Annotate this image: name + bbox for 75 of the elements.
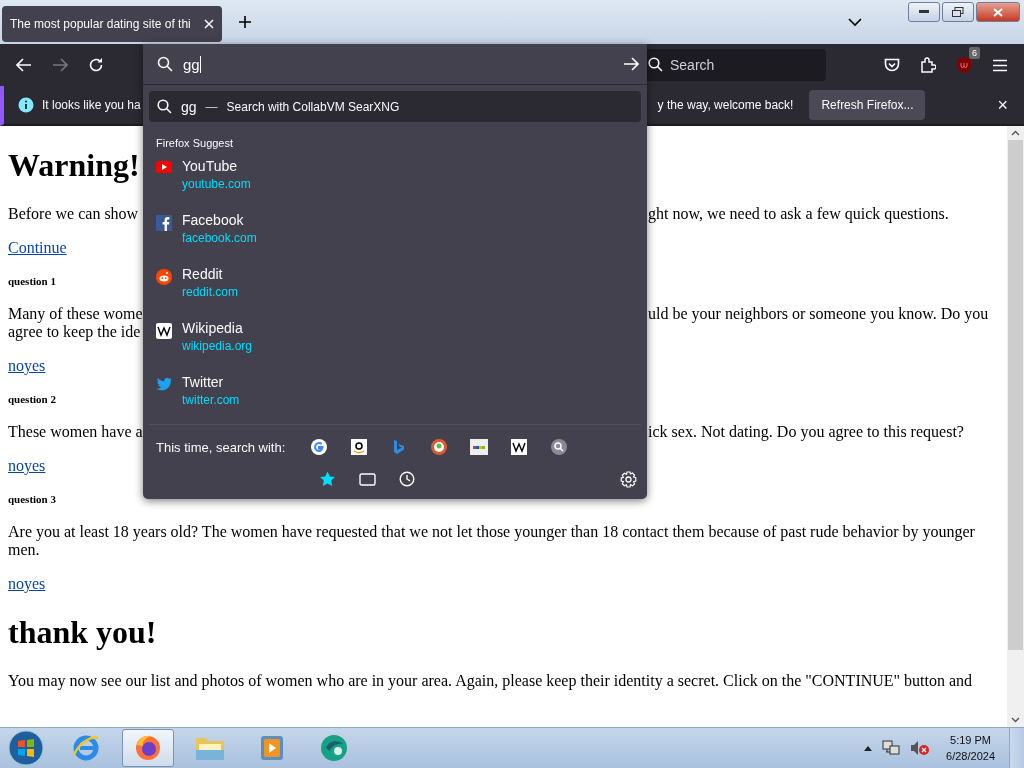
bird-icon bbox=[156, 377, 172, 391]
site-suggestion[interactable]: Facebook facebook.com bbox=[149, 208, 641, 254]
count-badge: 6 bbox=[969, 47, 980, 59]
answer-link[interactable]: no bbox=[8, 457, 24, 474]
close-tab-icon[interactable] bbox=[204, 19, 214, 29]
paragraph-text: ick sex. Not dating. Do you agree to this request? bbox=[648, 423, 964, 441]
scroll-up-icon[interactable] bbox=[1011, 130, 1020, 136]
scroll-down-icon[interactable] bbox=[1011, 717, 1020, 723]
info-icon bbox=[18, 97, 34, 113]
minimize-icon bbox=[919, 10, 929, 14]
muted-speaker-icon[interactable] bbox=[910, 740, 931, 756]
site-suggestion[interactable]: Twitter twitter.com bbox=[149, 370, 641, 416]
paragraph-text: Before we can show bbox=[8, 205, 139, 223]
close-notification-button[interactable]: × bbox=[997, 96, 1008, 114]
pocket-icon[interactable] bbox=[884, 57, 900, 73]
shield-icon[interactable] bbox=[956, 56, 972, 74]
clock-time[interactable]: 5:19 PM bbox=[950, 732, 991, 748]
paragraph: Are you at least 18 years old? The women have requested that we not let those younger than 18 contact them because of past rude behavior by younger men. bbox=[8, 523, 976, 559]
puzzle-icon[interactable] bbox=[920, 57, 936, 73]
continue-link[interactable]: Continue bbox=[8, 239, 67, 256]
e-letter-icon bbox=[71, 733, 101, 763]
browser-tab[interactable]: The most popular dating site of thi bbox=[2, 6, 222, 42]
answer-link[interactable]: yes bbox=[24, 575, 46, 592]
answer-link[interactable]: no bbox=[8, 575, 24, 592]
question-label: question 2 bbox=[8, 393, 56, 405]
start-button[interactable] bbox=[8, 730, 44, 766]
search-icon bbox=[648, 57, 663, 72]
paragraph-text: agree to keep the ide bbox=[8, 323, 141, 341]
site-suggestion[interactable]: Wikipedia wikipedia.org bbox=[149, 316, 641, 362]
site-suggestion[interactable]: Reddit reddit.com bbox=[149, 262, 641, 308]
search-icon bbox=[157, 56, 173, 72]
page-heading: thank you! bbox=[8, 614, 157, 651]
reload-icon[interactable] bbox=[88, 57, 104, 73]
paragraph-text: These women have a bbox=[8, 423, 143, 441]
answer-link[interactable]: no bbox=[8, 357, 24, 374]
paragraph-text: Many of these wome bbox=[8, 305, 143, 323]
clock-date[interactable]: 6/28/2024 bbox=[946, 748, 995, 764]
f-letter-icon bbox=[156, 215, 172, 231]
question-label: question 3 bbox=[8, 493, 56, 505]
alien-icon bbox=[156, 269, 172, 285]
new-tab-icon[interactable] bbox=[238, 15, 252, 29]
question-label: question 1 bbox=[8, 275, 56, 287]
answer-link[interactable]: yes bbox=[24, 357, 46, 374]
group-label: Firefox Suggest bbox=[156, 137, 235, 149]
scroll-thumb[interactable] bbox=[1008, 140, 1023, 650]
paragraph-text: uld be your neighbors or someone you know. Do you bbox=[648, 305, 989, 323]
chevron-down-icon[interactable] bbox=[848, 17, 862, 27]
notification-text: It looks like you ha bbox=[42, 98, 141, 112]
refresh-button[interactable]: Refresh Firefox... bbox=[809, 90, 926, 120]
answer-link[interactable]: yes bbox=[24, 457, 46, 474]
close-icon bbox=[993, 7, 1003, 17]
taskbar-button[interactable] bbox=[122, 729, 174, 767]
search-suggestion[interactable]: gg — Search with CollabVM SearXNG bbox=[149, 91, 641, 122]
page-heading: Warning! bbox=[8, 147, 140, 184]
search-with-label: This time, search with: bbox=[156, 439, 286, 455]
menu-icon[interactable] bbox=[992, 58, 1008, 72]
tray-arrow-icon[interactable] bbox=[864, 745, 873, 751]
paragraph: You may now see our list and photos of women who are in your area. Again, please keep their identity a secret. Click on the "CONTINUE" button and bbox=[8, 672, 974, 690]
w-letter-icon bbox=[156, 323, 172, 339]
close-button[interactable] bbox=[976, 2, 1020, 22]
play-icon bbox=[259, 734, 285, 762]
search-icon bbox=[157, 99, 172, 114]
back-icon[interactable] bbox=[16, 58, 32, 72]
notification-text: y the way, welcome back! bbox=[657, 98, 794, 112]
play-icon bbox=[156, 161, 172, 173]
site-suggestion[interactable]: YouTube youtube.com bbox=[149, 154, 641, 200]
minimize-button[interactable] bbox=[908, 2, 940, 22]
restore-icon bbox=[952, 7, 964, 17]
settings-icon[interactable] bbox=[620, 470, 637, 488]
go-arrow-icon[interactable] bbox=[623, 57, 639, 71]
paragraph-text: ght now, we need to ask a few quick questions. bbox=[648, 205, 949, 223]
network-icon[interactable] bbox=[882, 740, 901, 756]
restore-button[interactable] bbox=[942, 2, 974, 22]
address-field[interactable]: gg bbox=[143, 44, 647, 85]
scrollbar[interactable] bbox=[1007, 126, 1024, 727]
